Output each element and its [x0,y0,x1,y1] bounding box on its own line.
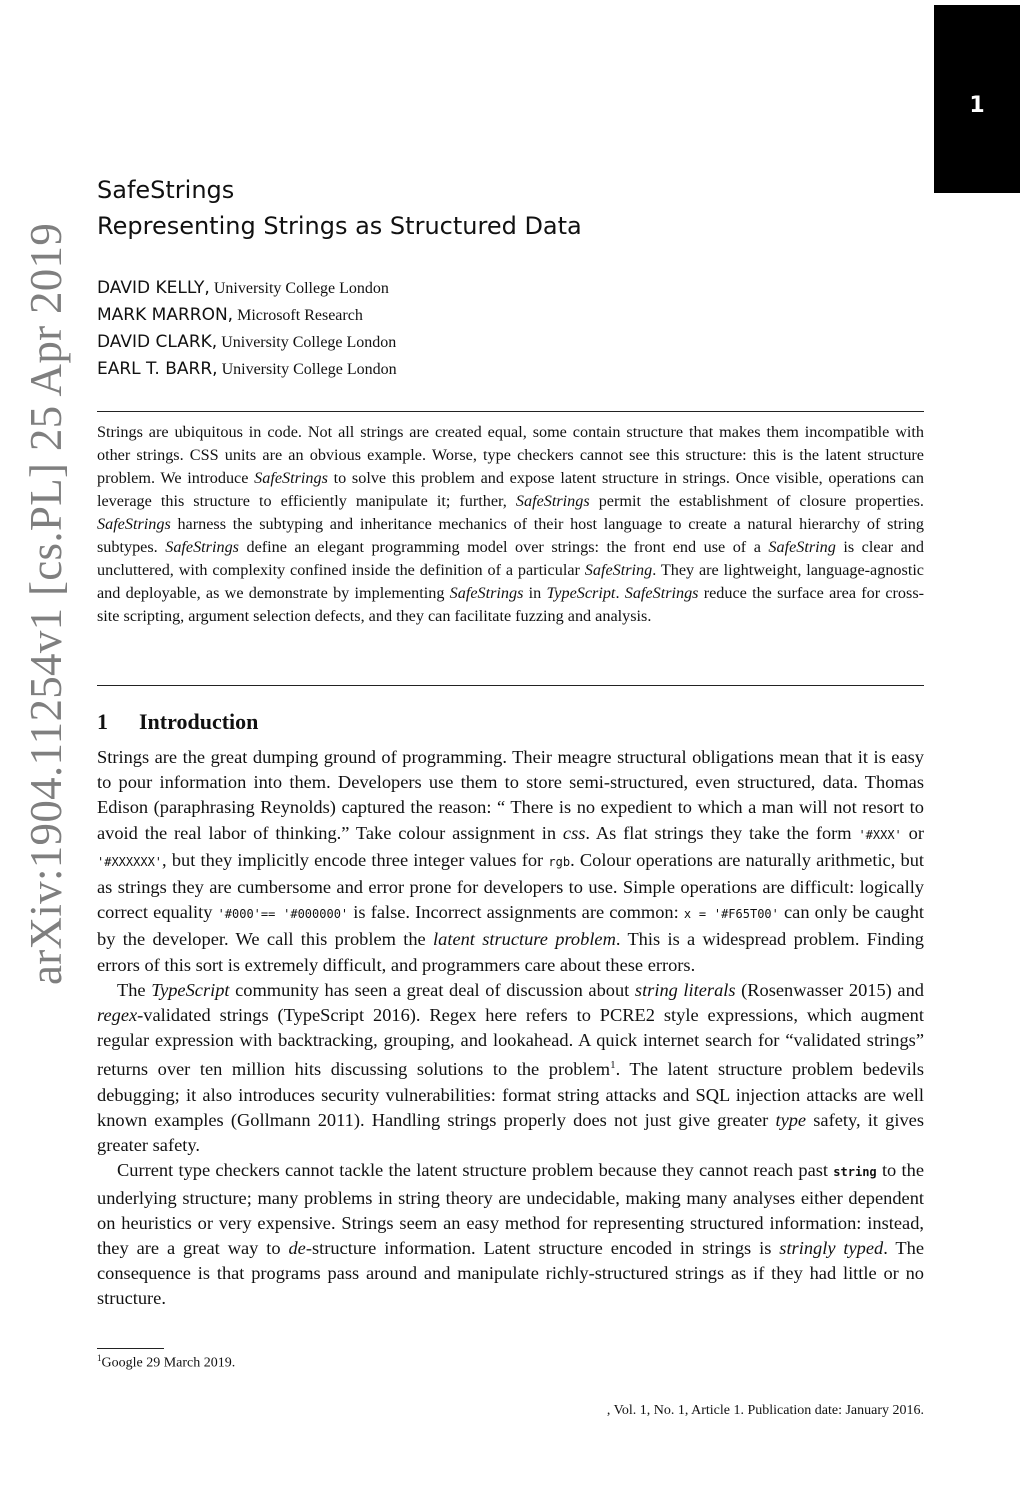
section-number: 1 [97,709,108,734]
abstract: Strings are ubiquitous in code. Not all … [97,421,924,628]
author-affiliation: University College London [213,280,389,297]
title-line-2: Representing Strings as Structured Data [97,212,582,240]
paragraph: Current type checkers cannot tackle the … [97,1158,924,1311]
paragraph-text: or [901,822,924,843]
paragraph-text: Current type checkers cannot tackle the … [117,1160,834,1181]
author-name: EARL T. BARR, [97,359,218,379]
emphasis: TypeScript [151,979,230,1000]
emphasis: latent structure problem [433,929,616,950]
page-number: 1 [969,93,985,118]
body-text: Strings are the great dumping ground of … [97,745,924,1312]
abstract-text: in [523,584,547,602]
author-name: DAVID CLARK, [97,332,218,352]
emphasis: regex [97,1005,138,1026]
section-title: Introduction [139,709,259,734]
inline-code: '#000'== '#000000' [217,907,349,922]
section-heading: 1 Introduction [97,709,258,735]
abstract-top-rule [97,411,924,412]
paragraph-text: (Rosenwasser 2015) and [735,979,924,1000]
abstract-emphasis: SafeStrings [254,469,328,487]
abstract-emphasis: SafeStrings [97,515,171,533]
author-name: DAVID KELLY, [97,278,210,298]
inline-code: rgb [548,854,571,869]
abstract-emphasis: SafeString [584,561,653,579]
inline-code: '#XXXXXX' [97,854,163,869]
inline-code: x = '#F65T00' [683,907,779,922]
paragraph-text: is false. Incorrect assignments are comm… [348,902,684,923]
author-affiliation: Microsoft Research [237,307,363,324]
abstract-bottom-rule [97,685,924,686]
author: DAVID CLARK, University College London [97,329,397,356]
author-list: DAVID KELLY, University College London M… [97,275,397,383]
author-name: MARK MARRON, [97,305,234,325]
paragraph: The TypeScript community has seen a grea… [97,978,924,1159]
emphasis: string literals [634,979,736,1000]
emphasis: stringly typed [779,1237,884,1258]
abstract-emphasis: TypeScript [546,584,616,602]
paragraph-text: The [117,979,152,1000]
author-affiliation: University College London [221,334,397,351]
abstract-emphasis: SafeStrings [165,538,239,556]
arxiv-identifier-stamp: arXiv:1904.11254v1 [cs.PL] 25 Apr 2019 [21,222,71,985]
inline-code: string [833,1165,877,1180]
paragraph-text: . As flat strings they take the form [585,822,859,843]
emphasis: type [775,1109,807,1130]
footnote: 1Google 29 March 2019. [97,1353,235,1372]
paragraph: Strings are the great dumping ground of … [97,745,924,978]
abstract-text: permit the establishment of closure prop… [589,492,924,510]
abstract-text: . [615,584,625,602]
author-affiliation: University College London [221,361,397,378]
paragraph-text: -structure information. Latent structure… [305,1237,780,1258]
author: DAVID KELLY, University College London [97,275,397,302]
page-number-tab: 1 [934,5,1020,193]
abstract-emphasis: SafeStrings [449,584,524,602]
inline-code: '#XXX' [858,827,902,842]
emphasis: css [562,822,586,843]
abstract-text: define an elegant programming model over… [238,538,769,556]
footnote-rule [97,1348,164,1349]
author: MARK MARRON, Microsoft Research [97,302,397,329]
paragraph-text: , but they implicitly encode three integ… [162,849,549,870]
footnote-text: Google 29 March 2019. [101,1355,236,1371]
title-line-1: SafeStrings [97,176,235,204]
abstract-emphasis: SafeStrings [624,584,699,602]
author: EARL T. BARR, University College London [97,356,397,383]
emphasis: de [288,1237,306,1258]
paper-title: SafeStrings Representing Strings as Stru… [97,172,582,244]
abstract-emphasis: SafeString [768,538,836,556]
paragraph-text: community has seen a great deal of discu… [229,979,635,1000]
running-footer: , Vol. 1, No. 1, Article 1. Publication … [606,1403,924,1418]
abstract-emphasis: SafeStrings [515,492,590,510]
